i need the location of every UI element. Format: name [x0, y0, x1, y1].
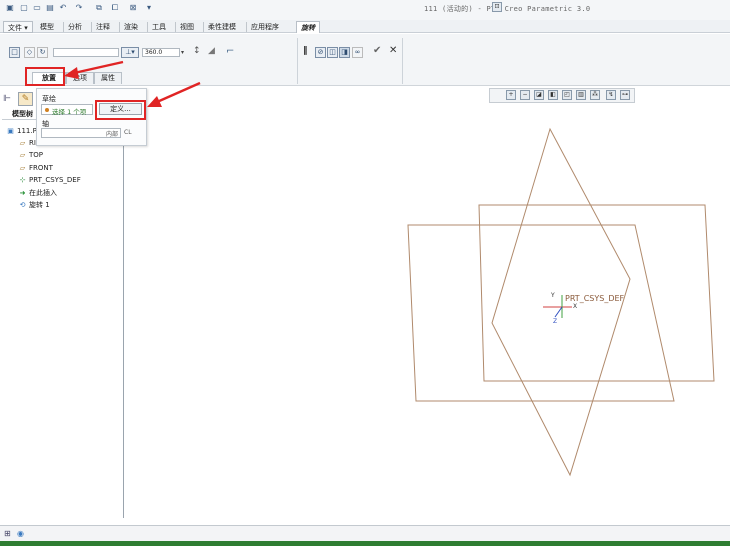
- datum-plane-top[interactable]: [478, 204, 715, 382]
- cancel-x-icon[interactable]: ✕: [389, 45, 399, 57]
- view-manager-icon[interactable]: ▥: [576, 90, 586, 100]
- menu-applications[interactable]: 应用程序: [247, 21, 283, 33]
- sketch-collector[interactable]: 选择 1 个项: [41, 104, 93, 116]
- thicken-icon[interactable]: ⌐: [226, 46, 237, 57]
- angle-type-icon[interactable]: ⊥▾: [121, 47, 139, 58]
- show-navigator-icon[interactable]: ⊞: [4, 528, 15, 539]
- model-tree-tab-icon[interactable]: ⊩: [3, 93, 14, 105]
- axis-collector[interactable]: 内部: [41, 128, 121, 138]
- datum-plane-icon: ▱: [19, 151, 26, 159]
- saved-orientations-icon[interactable]: ◰: [562, 90, 572, 100]
- tree-item-csys[interactable]: ⊹ PRT_CSYS_DEF: [18, 175, 81, 186]
- part-icon: ▣: [7, 127, 14, 135]
- repaint-icon[interactable]: ◪: [534, 90, 544, 100]
- datum-plane-icon: ▱: [19, 139, 26, 147]
- menu-analysis[interactable]: 分析: [64, 21, 86, 33]
- sketch-status: 选择 1 个项: [52, 108, 87, 116]
- tree-item-insert-here[interactable]: ➜ 在此插入: [18, 188, 57, 199]
- insert-here-icon: ➜: [19, 189, 26, 197]
- flip-direction-icon[interactable]: ↕: [193, 46, 203, 57]
- close-window-icon[interactable]: ⊠: [128, 3, 138, 13]
- new-icon[interactable]: ▢: [19, 3, 29, 13]
- regenerate-icon[interactable]: ⧉: [94, 3, 104, 13]
- csys-y-label: Y: [550, 292, 555, 299]
- axis-internal-label: 内部: [105, 131, 118, 138]
- menu-flexible-modeling[interactable]: 柔性建模: [204, 21, 240, 33]
- redo-icon[interactable]: ↷: [74, 3, 84, 13]
- csys-z-axis: [554, 306, 563, 318]
- surface-icon[interactable]: ◇: [24, 47, 35, 58]
- save-icon[interactable]: ▤: [45, 3, 55, 13]
- taskbar: [0, 541, 730, 546]
- graphics-area[interactable]: Y X Z PRT_CSYS_DEF: [125, 104, 730, 524]
- tree-item-label: FRONT: [29, 164, 53, 172]
- refit-icon[interactable]: ⊡: [492, 2, 502, 12]
- menu-tools[interactable]: 工具: [148, 21, 170, 33]
- tree-item-label: PRT_CSYS_DEF: [29, 176, 81, 184]
- placement-tab-highlight: [25, 67, 65, 86]
- revolve-type-icon[interactable]: ↻: [37, 47, 48, 58]
- tree-item-label: 111.P: [17, 127, 37, 135]
- tree-item-right[interactable]: ▱ RI: [18, 138, 36, 149]
- undo-icon[interactable]: ↶: [58, 3, 68, 13]
- csys-z-label: Z: [553, 318, 557, 325]
- open-icon[interactable]: ▭: [32, 3, 42, 13]
- tree-item-part[interactable]: ▣ 111.P: [6, 126, 37, 137]
- tree-item-label: 旋转 1: [29, 201, 50, 209]
- datum-plane-front[interactable]: [407, 224, 675, 402]
- tab-properties[interactable]: 属性: [94, 72, 122, 84]
- remove-material-icon[interactable]: ◢: [208, 46, 219, 57]
- annotation-display-icon[interactable]: ⊶: [620, 90, 630, 100]
- angle-value-input[interactable]: 360.0: [142, 48, 180, 57]
- menu-annotate[interactable]: 注释: [92, 21, 114, 33]
- zoom-out-icon[interactable]: −: [520, 90, 530, 100]
- tree-item-label: TOP: [29, 151, 44, 159]
- tab-options[interactable]: 选项: [66, 72, 94, 84]
- menu-render[interactable]: 渲染: [120, 21, 142, 33]
- spin-center-icon[interactable]: ↯: [606, 90, 616, 100]
- menu-revolve[interactable]: 旋转: [296, 21, 320, 33]
- preview-icon[interactable]: ◫: [327, 47, 338, 58]
- verify-icon[interactable]: ◨: [339, 47, 350, 58]
- sketch-label: 草绘: [42, 95, 56, 103]
- tree-item-label: 在此插入: [29, 189, 57, 197]
- ribbon-separator: [402, 38, 403, 84]
- pause-icon[interactable]: ‖: [303, 46, 311, 57]
- browser-icon[interactable]: ◉: [17, 528, 28, 539]
- folder-browser-icon[interactable]: ✎: [18, 92, 33, 106]
- title-bar: ▣ ▢ ▭ ▤ ↶ ↷ ⧉ ⧠ ⊠ ▾ 111 (活动的) - PTC Creo…: [0, 0, 730, 20]
- menu-file[interactable]: 文件 ▾: [3, 21, 33, 33]
- menu-model[interactable]: 模型: [36, 21, 58, 33]
- tree-item-label: RI: [29, 139, 36, 147]
- glasses-icon[interactable]: ∞: [352, 47, 363, 58]
- csys-x-label: X: [573, 303, 577, 310]
- window-title: 111 (活动的) - PTC Creo Parametric 3.0: [424, 5, 591, 13]
- csys-icon: ⊹: [19, 176, 26, 184]
- tree-item-front[interactable]: ▱ FRONT: [18, 163, 53, 174]
- display-style-icon[interactable]: ◧: [548, 90, 558, 100]
- customize-icon[interactable]: ▾: [144, 3, 154, 13]
- solid-icon[interactable]: □: [9, 47, 20, 58]
- windows-icon[interactable]: ⧠: [110, 3, 120, 13]
- ribbon-separator: [297, 38, 298, 84]
- tree-item-revolve[interactable]: ⟲ 旋转 1: [18, 200, 50, 211]
- ok-check-icon[interactable]: ✔: [373, 45, 383, 57]
- zoom-in-icon[interactable]: +: [506, 90, 516, 100]
- csys-name-label: PRT_CSYS_DEF: [565, 294, 625, 303]
- datum-plane-icon: ▱: [19, 164, 26, 172]
- menu-view[interactable]: 视图: [176, 21, 198, 33]
- datum-display-icon[interactable]: ⁂: [590, 90, 600, 100]
- revolve-icon: ⟲: [19, 201, 26, 209]
- app-icon[interactable]: ▣: [5, 3, 15, 13]
- axis-collector-input[interactable]: [53, 48, 119, 57]
- angle-dropdown-icon[interactable]: ▾: [181, 48, 188, 57]
- tree-item-top[interactable]: ▱ TOP: [18, 150, 43, 161]
- no-preview-icon[interactable]: ⊘: [315, 47, 326, 58]
- status-dot-icon: [45, 108, 49, 112]
